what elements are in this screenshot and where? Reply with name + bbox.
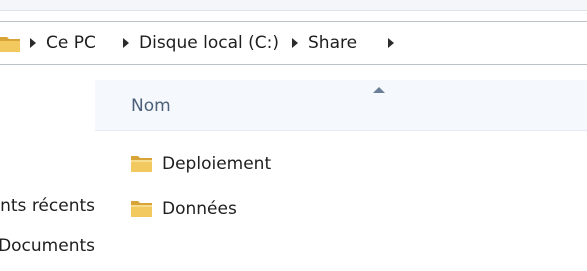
breadcrumb-chevron-icon[interactable]: [30, 38, 36, 48]
breadcrumb-chevron-icon[interactable]: [292, 38, 298, 48]
column-header-nom[interactable]: Nom: [95, 80, 587, 131]
breadcrumb-item-ce-pc[interactable]: Ce PC: [46, 22, 96, 64]
breadcrumb-chevron-icon[interactable]: [388, 38, 394, 48]
file-name: Deploiement: [162, 154, 272, 174]
sort-ascending-icon: [373, 87, 385, 93]
file-row[interactable]: Données: [130, 194, 237, 224]
breadcrumb-chevron-icon[interactable]: [123, 38, 129, 48]
nav-item-recent-places[interactable]: Emplacements récents: [0, 196, 95, 216]
address-bar[interactable]: Ce PC Disque local (C:) Share: [0, 21, 587, 65]
folder-icon: [131, 201, 152, 217]
file-name: Données: [162, 199, 237, 219]
ribbon-edge: [0, 0, 587, 11]
breadcrumb-item-share[interactable]: Share: [308, 22, 357, 64]
folder-icon: [131, 156, 152, 172]
navigation-pane: Emplacements récents Documents: [0, 66, 95, 271]
nav-item-documents[interactable]: Documents: [0, 236, 95, 256]
folder-icon: [0, 37, 20, 52]
file-row[interactable]: Deploiement: [130, 149, 271, 179]
column-header-label: Nom: [131, 96, 171, 116]
breadcrumb-item-disque-local[interactable]: Disque local (C:): [139, 22, 279, 64]
